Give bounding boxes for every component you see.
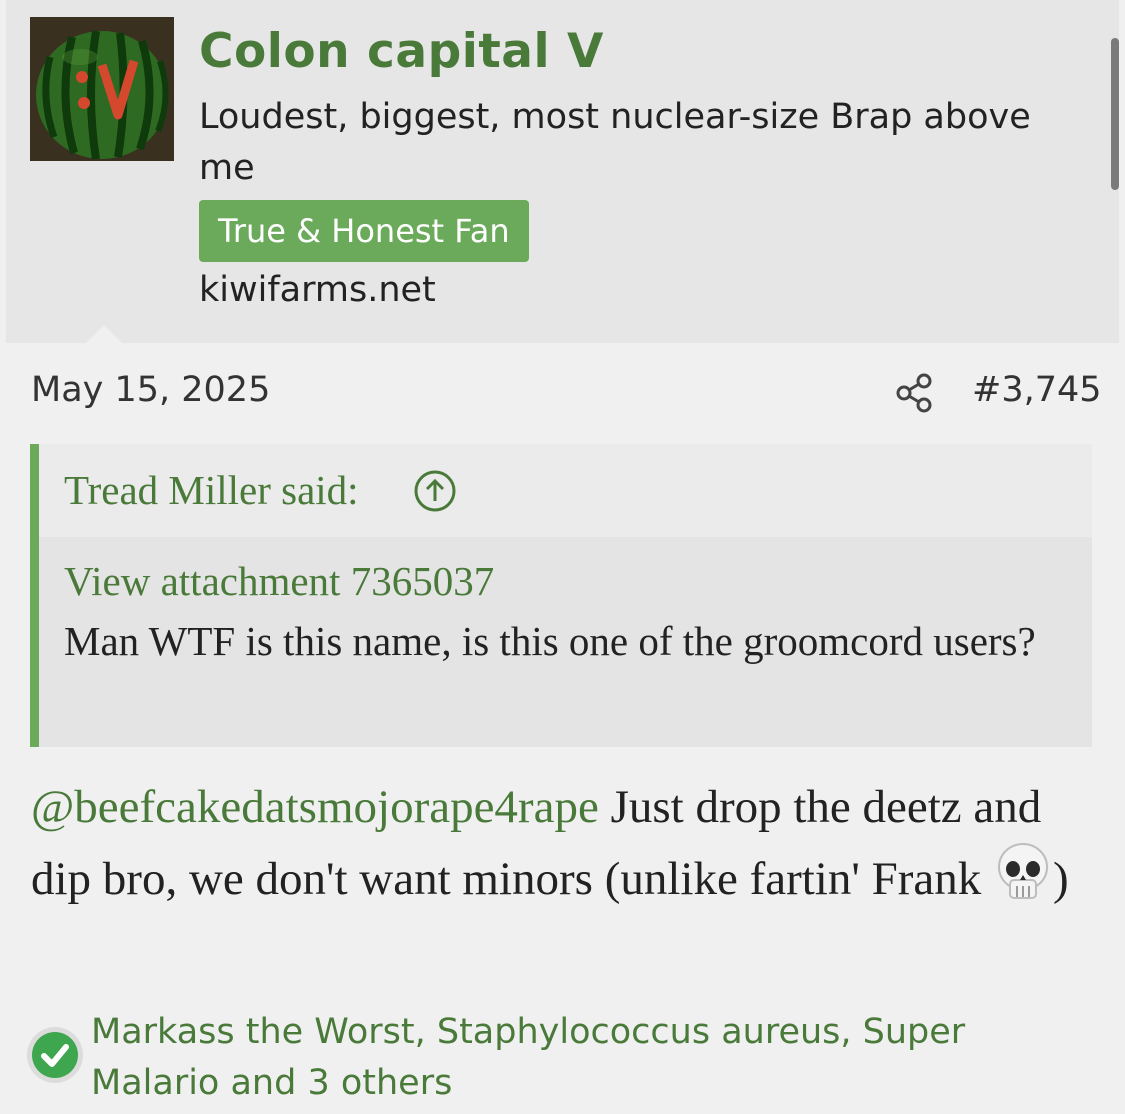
watermelon-avatar-icon[interactable] <box>30 17 174 161</box>
user-banner: True & Honest Fan <box>199 200 529 262</box>
attachment-link[interactable]: View attachment 7365037 <box>64 557 494 605</box>
reactions-list[interactable]: Markass the Worst, Staphylococcus aureus… <box>91 1007 1031 1109</box>
post-container: Colon capital V Loudest, biggest, most n… <box>6 0 1119 1114</box>
post-body: @beefcakedatsmojorape4rape Just drop the… <box>31 772 1106 924</box>
user-mention[interactable]: @beefcakedatsmojorape4rape <box>31 781 599 833</box>
user-title: Loudest, biggest, most nuclear-size Brap… <box>199 97 1031 188</box>
header-pointer <box>86 325 122 343</box>
quote-text: Man WTF is this name, is this one of the… <box>64 618 1036 664</box>
username[interactable]: Colon capital V <box>199 24 604 79</box>
post-text-close: ) <box>1053 853 1069 905</box>
post-number[interactable]: #3,745 <box>972 370 1102 410</box>
skull-emoji <box>993 842 1053 924</box>
quote-author[interactable]: Tread Miller said: <box>64 466 359 514</box>
quote-body: View attachment 7365037 Man WTF is this … <box>39 537 1092 747</box>
scrollbar[interactable] <box>1111 38 1119 190</box>
user-header: Colon capital V Loudest, biggest, most n… <box>6 0 1119 343</box>
arrow-up-circle-icon[interactable] <box>413 469 457 513</box>
share-icon[interactable] <box>893 371 937 415</box>
checkmark-icon[interactable] <box>25 1025 85 1085</box>
user-site: kiwifarms.net <box>199 270 436 310</box>
quote-header: Tread Miller said: <box>39 444 1092 537</box>
quote-block: Tread Miller said: View attachment 73650… <box>30 444 1092 747</box>
post-date[interactable]: May 15, 2025 <box>31 370 270 410</box>
